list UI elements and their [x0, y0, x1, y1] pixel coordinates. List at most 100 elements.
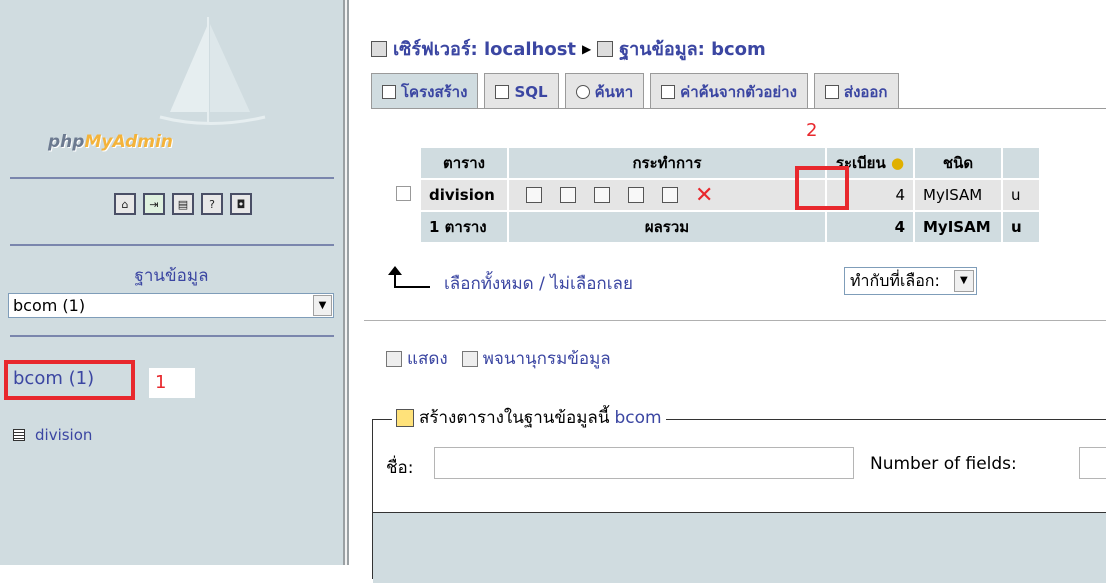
arrow-up-icon	[388, 265, 430, 288]
print-label: แสดง	[407, 349, 448, 369]
with-selected-label: ทำกับที่เลือก:	[850, 271, 940, 290]
drop-icon[interactable]: ✕	[695, 183, 713, 208]
logo-prefix: php	[48, 132, 85, 152]
table-icon	[13, 429, 25, 441]
logo-accent: MyAdmin	[84, 132, 173, 152]
tab-underline	[371, 108, 1106, 109]
divider	[10, 244, 334, 246]
row-extra: u	[1003, 180, 1039, 210]
table-row: division ✕ 4 MyISAM u	[388, 180, 1039, 210]
tab-query[interactable]: ค่าค้นจากตัวอย่าง	[650, 73, 808, 109]
phpmyadmin-logo[interactable]: phpMyAdmin	[48, 132, 173, 152]
check-all-row: เลือกทั้งหมด / ไม่เลือกเลย	[388, 265, 633, 297]
summary-type: MyISAM	[915, 212, 1001, 242]
create-table-legend: สร้างตารางในฐานข้อมูลนี้ bcom	[392, 404, 666, 431]
row-table-name[interactable]: division	[421, 180, 507, 210]
table-name-input[interactable]	[434, 447, 854, 479]
annotation-number-1: 1	[149, 368, 195, 398]
exit-icon[interactable]: ⇥	[143, 193, 165, 215]
header-action: กระทำการ	[509, 148, 825, 178]
export-icon	[824, 84, 839, 99]
legend-text: สร้างตารางในฐานข้อมูลนี้	[419, 408, 610, 428]
row-checkbox[interactable]	[396, 185, 411, 201]
chevron-down-icon[interactable]: ▼	[313, 295, 332, 316]
tab-export[interactable]: ส่งออก	[813, 73, 899, 109]
browse-icon[interactable]	[526, 187, 542, 203]
sql-query-icon[interactable]: ▤	[172, 193, 194, 215]
server-icon	[371, 40, 387, 57]
annotation-box-2	[795, 166, 849, 210]
tab-label: โครงสร้าง	[401, 82, 468, 101]
create-table-fieldset	[372, 419, 1106, 583]
fields-input[interactable]	[1079, 447, 1106, 479]
breadcrumb-server[interactable]: เซิร์ฟเวอร์: localhost	[393, 34, 576, 63]
empty-icon[interactable]	[662, 187, 678, 203]
dictionary-icon	[461, 351, 478, 367]
tab-label: ค้นหา	[594, 82, 634, 101]
help-icon[interactable]: ?	[201, 193, 223, 215]
summary-count: 1 ตาราง	[421, 212, 507, 242]
quick-links: ⌂ ⇥ ▤ ? ◘	[114, 193, 252, 215]
tab-label: ส่งออก	[843, 82, 888, 101]
summary-spacer	[388, 212, 419, 242]
header-table: ตาราง	[421, 148, 507, 178]
header-collation	[1003, 148, 1039, 178]
sql-window-icon[interactable]: ◘	[230, 193, 252, 215]
breadcrumb-arrow-icon: ▶	[582, 41, 592, 56]
print-link[interactable]: แสดง	[386, 345, 448, 372]
summary-row: 1 ตาราง ผลรวม 4 MyISAM u	[388, 212, 1039, 242]
fields-label: Number of fields:	[870, 454, 1017, 474]
divider	[364, 320, 1106, 321]
print-icon	[386, 351, 402, 367]
lightbulb-icon[interactable]: ●	[891, 154, 904, 172]
with-selected-select[interactable]: ทำกับที่เลือก: ▼	[844, 267, 977, 295]
tab-label: ค่าค้นจากตัวอย่าง	[680, 82, 797, 101]
query-icon	[661, 84, 676, 99]
frame-divider[interactable]	[343, 0, 349, 565]
utility-links: แสดง พจนานุกรมข้อมูล	[386, 345, 611, 372]
sidebar-table-label: division	[35, 426, 93, 444]
tab-search[interactable]: ค้นหา	[564, 73, 645, 109]
dictionary-link[interactable]: พจนานุกรมข้อมูล	[461, 345, 611, 372]
table-header-row: ตาราง กระทำการ ระเบียน ● ชนิด	[388, 148, 1039, 178]
search-icon[interactable]	[594, 187, 610, 203]
row-actions: ✕	[509, 180, 825, 210]
tab-sql[interactable]: SQL	[484, 73, 559, 109]
database-select-value: bcom (1)	[13, 296, 86, 315]
summary-extra: u	[1003, 212, 1039, 242]
new-table-icon	[396, 408, 414, 427]
tab-bar: โครงสร้าง SQL ค้นหา ค่าค้นจากตัวอย่าง ส่…	[371, 73, 899, 109]
summary-label: ผลรวม	[509, 212, 825, 242]
sql-icon	[495, 84, 510, 99]
structure-icon[interactable]	[560, 187, 576, 203]
sidebar-table-item[interactable]: division	[13, 426, 92, 444]
database-label: ฐานข้อมูล	[134, 266, 209, 286]
tab-structure[interactable]: โครงสร้าง	[371, 73, 479, 109]
sailing-ship-logo-icon	[159, 17, 266, 125]
breadcrumb: เซิร์ฟเวอร์: localhost ▶ ฐานข้อมูล: bcom	[371, 34, 766, 63]
database-select[interactable]: bcom (1) ▼	[8, 293, 334, 318]
breadcrumb-database[interactable]: ฐานข้อมูล: bcom	[619, 34, 766, 63]
dictionary-label: พจนานุกรมข้อมูล	[482, 349, 611, 369]
divider	[10, 335, 334, 337]
chevron-down-icon[interactable]: ▼	[953, 270, 974, 292]
fieldset-footer	[373, 512, 1106, 583]
summary-records: 4	[827, 212, 913, 242]
name-label: ชื่อ:	[386, 458, 414, 478]
tables-list: ตาราง กระทำการ ระเบียน ● ชนิด division ✕…	[386, 146, 1041, 244]
legend-db[interactable]: bcom	[614, 408, 661, 428]
check-all-link[interactable]: เลือกทั้งหมด / ไม่เลือกเลย	[444, 270, 633, 297]
database-icon	[597, 40, 614, 57]
row-type: MyISAM	[915, 180, 1001, 210]
navigation-frame: phpMyAdmin ⌂ ⇥ ▤ ? ◘ ฐานข้อมูล bcom (1) …	[0, 0, 343, 565]
header-spacer	[388, 148, 419, 178]
search-icon	[575, 84, 590, 99]
home-icon[interactable]: ⌂	[114, 193, 136, 215]
insert-icon[interactable]	[628, 187, 644, 203]
annotation-number-2: 2	[806, 120, 818, 141]
row-checkbox-cell	[388, 180, 419, 210]
divider	[10, 177, 334, 179]
tab-label: SQL	[514, 82, 548, 101]
structure-icon	[382, 84, 396, 99]
annotation-box-1	[4, 360, 135, 400]
